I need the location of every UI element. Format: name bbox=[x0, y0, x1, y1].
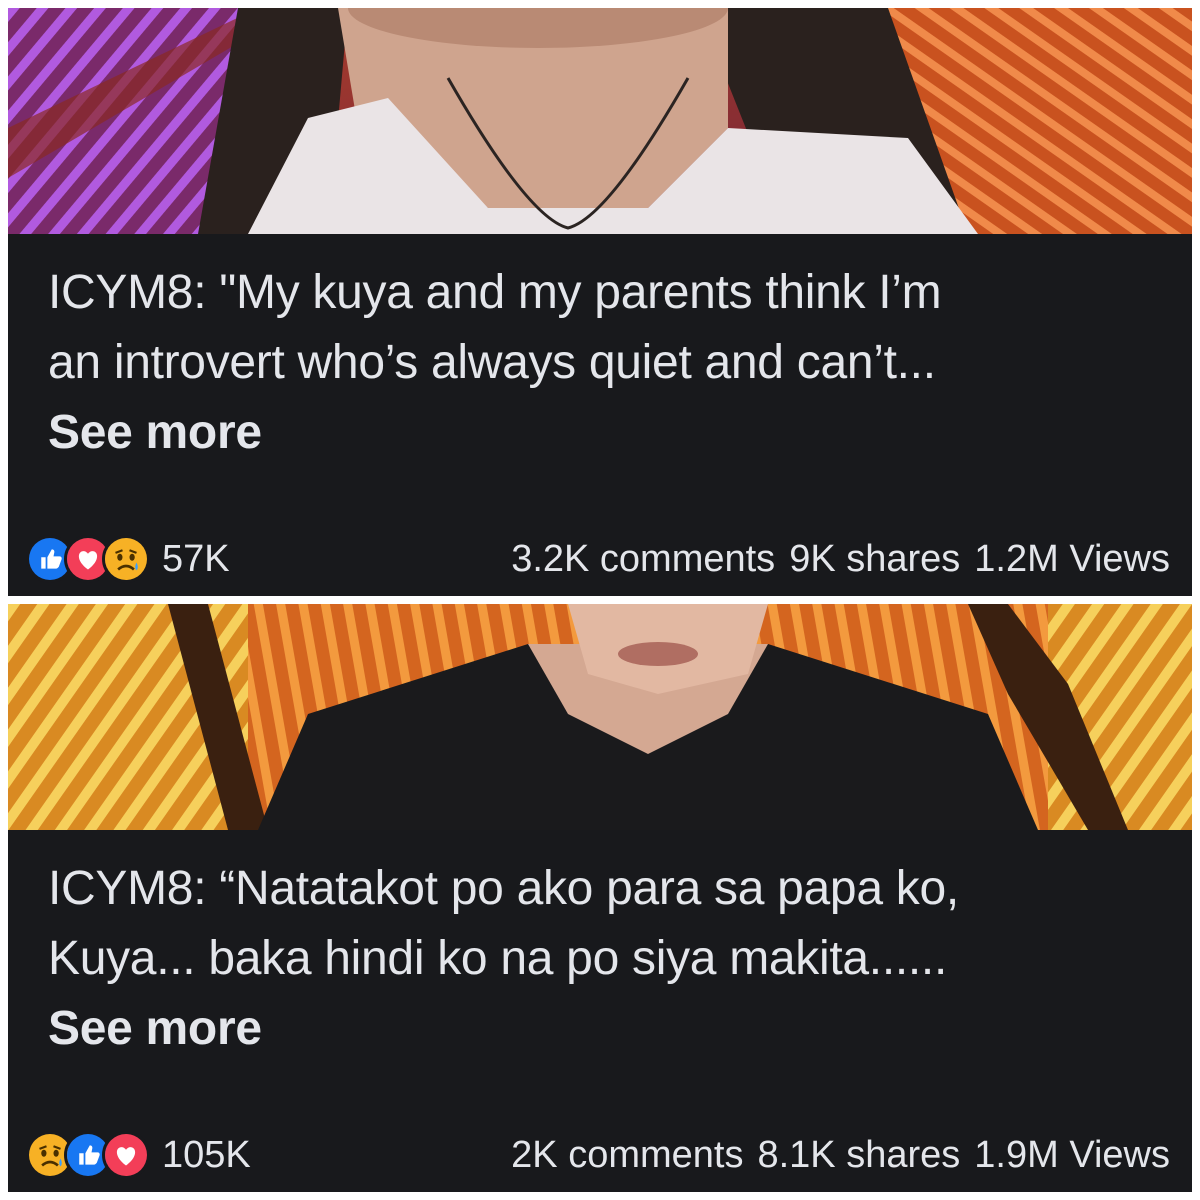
reactions-summary[interactable]: 105K bbox=[26, 1130, 251, 1180]
post-caption-2: ICYM8: “Natatakot po ako para sa papa ko… bbox=[48, 854, 1158, 1064]
post-caption-1: ICYM8: "My kuya and my parents think I’m… bbox=[48, 258, 1158, 468]
post-card-1: ICYM8: "My kuya and my parents think I’m… bbox=[8, 8, 1192, 596]
reaction-count: 105K bbox=[162, 1133, 251, 1176]
caption-line: ICYM8: "My kuya and my parents think I’m bbox=[48, 266, 942, 319]
caption-line: ICYM8: “Natatakot po ako para sa papa ko… bbox=[48, 862, 959, 915]
shares-count[interactable]: 8.1K shares bbox=[757, 1132, 960, 1178]
sad-icon bbox=[102, 535, 150, 583]
comments-count[interactable]: 2K comments bbox=[511, 1132, 743, 1178]
post-stats-2: 105K 2K comments 8.1K shares 1.9M Views bbox=[8, 1124, 1192, 1184]
shares-count[interactable]: 9K shares bbox=[789, 536, 960, 582]
views-count: 1.9M Views bbox=[974, 1134, 1170, 1176]
post-card-2: ICYM8: “Natatakot po ako para sa papa ko… bbox=[8, 604, 1192, 1192]
engagement-meta: 2K comments 8.1K shares 1.9M Views bbox=[511, 1132, 1170, 1178]
see-more-link[interactable]: See more bbox=[48, 398, 1158, 468]
reactions-summary[interactable]: 57K bbox=[26, 534, 230, 584]
caption-line: an introvert who’s always quiet and can’… bbox=[48, 336, 936, 389]
love-icon bbox=[102, 1131, 150, 1179]
reaction-count: 57K bbox=[162, 537, 230, 580]
see-more-link[interactable]: See more bbox=[48, 994, 1158, 1064]
post-stats-1: 57K 3.2K comments 9K shares 1.2M Views bbox=[8, 528, 1192, 588]
views-count: 1.2M Views bbox=[974, 538, 1170, 580]
video-thumbnail-1[interactable] bbox=[8, 8, 1192, 234]
video-thumbnail-2[interactable] bbox=[8, 604, 1192, 830]
comments-count[interactable]: 3.2K comments bbox=[511, 536, 775, 582]
engagement-meta: 3.2K comments 9K shares 1.2M Views bbox=[511, 536, 1170, 582]
caption-line: Kuya... baka hindi ko na po siya makita.… bbox=[48, 932, 947, 985]
